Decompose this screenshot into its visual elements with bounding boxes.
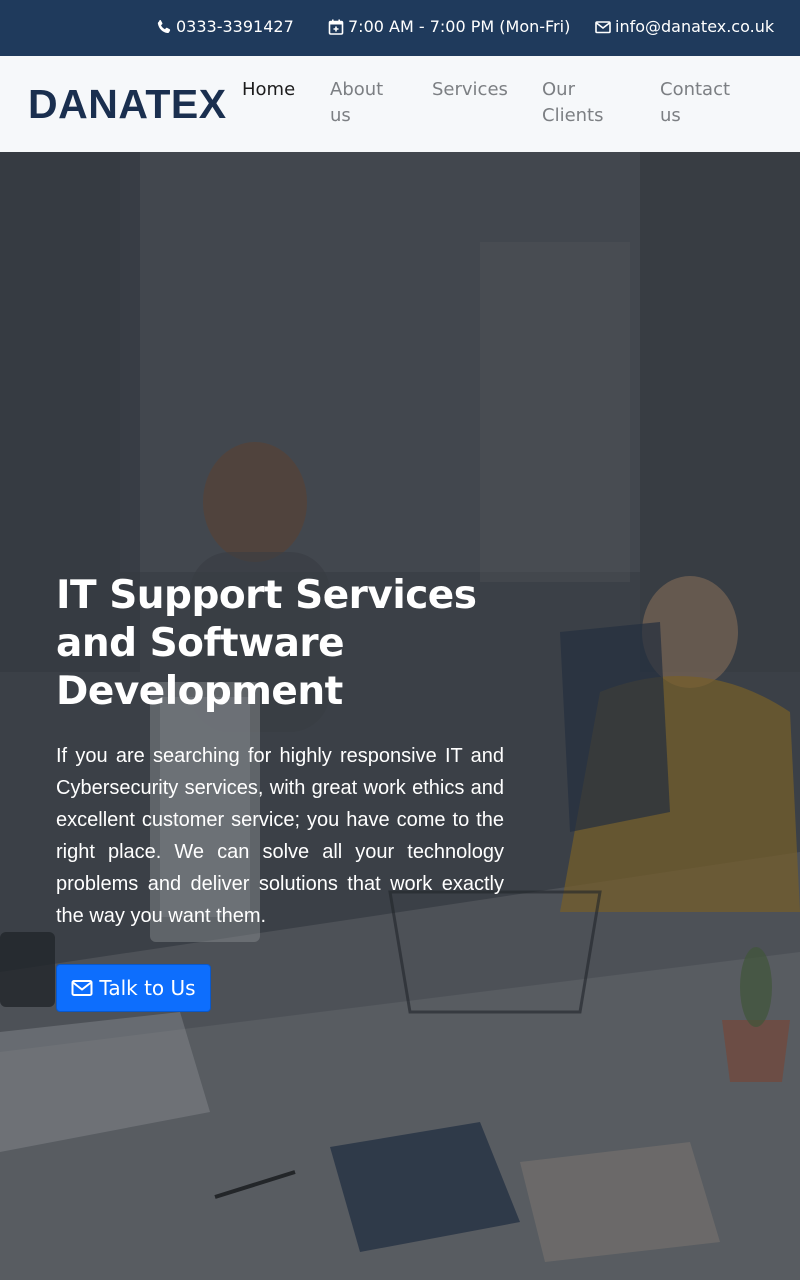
phone-number: 0333-3391427 [176,17,294,36]
nav-services[interactable]: Services [432,77,508,103]
nav-clients-label-line2: Clients [542,105,604,126]
envelope-icon [595,19,611,35]
nav-home[interactable]: Home [242,77,295,103]
phone-contact[interactable]: 0333-3391427 [156,17,294,36]
opening-hours: 7:00 AM - 7:00 PM (Mon-Fri) [328,17,570,36]
hero-title: IT Support Services and Software Develop… [56,573,477,714]
nav-about-us[interactable]: About us [330,77,383,129]
hero-description: If you are searching for highly responsi… [56,745,504,927]
nav-about-label-line1: About [330,79,384,100]
hours-text: 7:00 AM - 7:00 PM (Mon-Fri) [348,17,571,36]
nav-services-label: Services [432,79,508,100]
nav-home-label: Home [242,79,296,100]
nav-contact-label-line2: us [660,105,681,126]
hero-section: IT Support Services and Software Develop… [0,152,800,1280]
nav-contact-us[interactable]: Contact us [660,77,730,129]
brand-logo[interactable]: DANATEX [28,82,227,126]
nav-clients-label-line1: Our [542,79,575,100]
talk-to-us-button[interactable]: Talk to Us [56,964,211,1012]
top-contact-bar: 0333-3391427 7:00 AM - 7:00 PM (Mon-Fri)… [0,0,800,56]
nav-our-clients[interactable]: Our Clients [542,77,604,129]
nav-contact-label-line1: Contact [660,79,731,100]
phone-icon [156,19,172,35]
nav-about-label-line2: us [330,105,351,126]
email-address: info@danatex.co.uk [615,17,775,36]
envelope-icon [71,979,93,997]
calendar-plus-icon [328,19,344,35]
talk-to-us-label: Talk to Us [99,976,196,1000]
main-navbar: DANATEX Home About us Services Our Clien… [0,56,800,152]
email-contact[interactable]: info@danatex.co.uk [595,17,774,36]
hero-dark-overlay [0,152,800,1280]
